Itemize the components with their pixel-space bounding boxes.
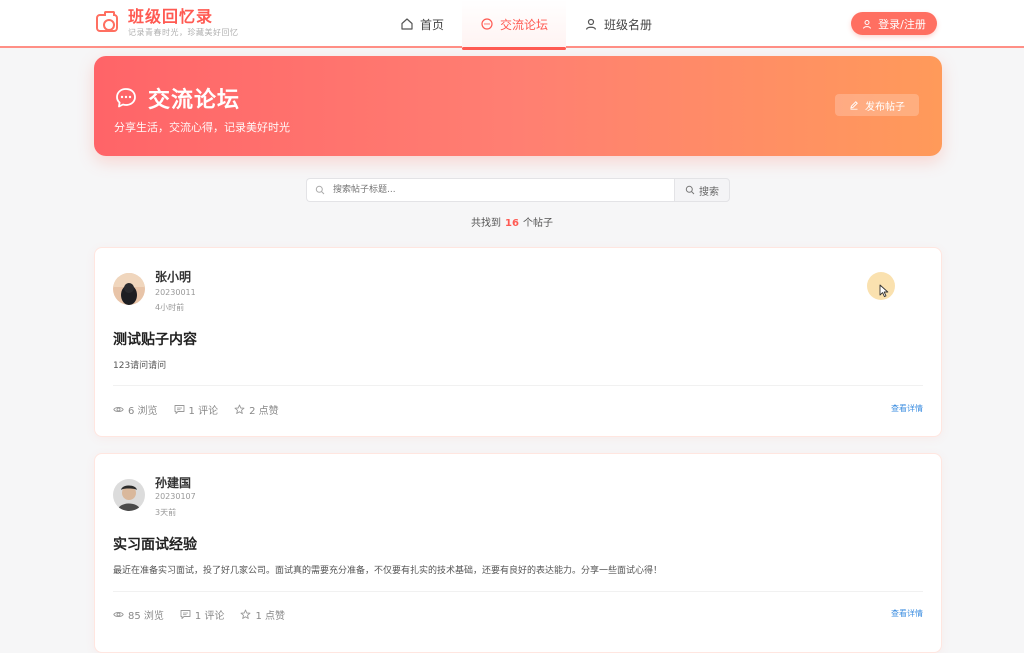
post-title[interactable]: 实习面试经验: [113, 534, 197, 554]
nav-item-label: 班级名册: [604, 17, 653, 32]
brand-title: 班级回忆录: [128, 7, 214, 26]
likes-stat[interactable]: 2 点赞: [234, 402, 279, 417]
login-register-button[interactable]: 登录/注册: [851, 12, 937, 35]
post-time: 4小时前: [155, 303, 185, 312]
nav-item-label: 交流论坛: [500, 17, 549, 32]
post-title[interactable]: 测试贴子内容: [113, 329, 197, 349]
comments-stat[interactable]: 1 评论: [174, 402, 219, 417]
hero-title-row: 交流论坛: [114, 82, 240, 114]
eye-icon: [113, 404, 124, 415]
nav-item-label: 首页: [420, 17, 445, 32]
avatar[interactable]: [113, 273, 145, 305]
nav-item-forum[interactable]: 交流论坛: [462, 0, 567, 50]
chat-icon: [480, 17, 494, 31]
mouse-pointer-icon: [879, 284, 889, 298]
create-post-button[interactable]: 发布帖子: [835, 94, 919, 116]
post-time: 3天前: [155, 508, 177, 517]
views-count: 6 浏览: [128, 406, 158, 417]
result-suffix: 个帖子: [522, 218, 553, 229]
comment-icon: [174, 404, 185, 415]
views-stat: 85 浏览: [113, 607, 164, 622]
post-body: 123请问请问: [113, 361, 167, 371]
star-icon: [240, 609, 251, 620]
nav-item-home[interactable]: 首页: [382, 0, 462, 48]
top-navbar: 班级回忆录 记录青春时光，珍藏美好回忆 首页 交流论坛 班级名册 登录/注册: [0, 0, 1024, 50]
star-icon: [234, 404, 245, 415]
comment-icon: [180, 609, 191, 620]
view-detail-link[interactable]: 查看详情: [891, 608, 923, 619]
edit-icon: [849, 100, 859, 110]
avatar[interactable]: [113, 479, 145, 511]
post-student-id: 20230011: [155, 288, 196, 297]
cursor-highlight: [867, 272, 895, 300]
view-detail-link[interactable]: 查看详情: [891, 403, 923, 414]
views-stat: 6 浏览: [113, 402, 158, 417]
card-divider: [113, 591, 923, 592]
post-body: 最近在准备实习面试，投了好几家公司。面试真的需要充分准备，不仅要有扎实的技术基础…: [113, 566, 663, 576]
search-input[interactable]: [331, 184, 631, 196]
views-count: 85 浏览: [128, 611, 164, 622]
search-icon: [685, 185, 695, 195]
home-icon: [400, 17, 414, 31]
search-button-label: 搜索: [699, 186, 719, 198]
camera-icon: [96, 11, 118, 32]
post-student-id: 20230107: [155, 492, 196, 501]
forum-hero-banner: 交流论坛 分享生活，交流心得，记录美好时光 发布帖子: [94, 56, 942, 156]
likes-stat[interactable]: 1 点赞: [240, 607, 285, 622]
user-icon: [584, 17, 598, 31]
main-nav: 首页 交流论坛 班级名册: [382, 0, 670, 50]
post-card[interactable]: 孙建国 20230107 3天前 实习面试经验 最近在准备实习面试，投了好几家公…: [94, 453, 942, 653]
brand-logo[interactable]: 班级回忆录 记录青春时光，珍藏美好回忆: [96, 8, 239, 38]
search-bar: 搜索: [306, 178, 730, 202]
comments-count: 1 评论: [194, 611, 225, 622]
likes-count: 1 点赞: [255, 611, 285, 622]
brand-subtitle: 记录青春时光，珍藏美好回忆: [128, 28, 239, 37]
search-button[interactable]: 搜索: [674, 178, 730, 202]
result-prefix: 共找到: [471, 218, 502, 229]
card-divider: [113, 385, 923, 386]
brand-text: 班级回忆录 记录青春时光，珍藏美好回忆: [128, 8, 239, 38]
search-input-box: [306, 178, 674, 202]
eye-icon: [113, 609, 124, 620]
post-author[interactable]: 孙建国: [155, 474, 191, 491]
post-stats: 6 浏览 1 评论 2 点赞: [113, 402, 279, 417]
login-register-label: 登录/注册: [878, 17, 926, 31]
chat-icon: [114, 86, 138, 110]
nav-item-roster[interactable]: 班级名册: [566, 0, 670, 48]
create-post-label: 发布帖子: [865, 101, 905, 113]
hero-subtitle: 分享生活，交流心得，记录美好时光: [114, 121, 290, 134]
comments-count: 1 评论: [188, 406, 219, 417]
post-stats: 85 浏览 1 评论 1 点赞: [113, 607, 285, 622]
search-icon: [315, 185, 325, 195]
hero-title: 交流论坛: [148, 88, 241, 113]
likes-count: 2 点赞: [249, 406, 279, 417]
user-icon: [862, 19, 872, 29]
result-number: 16: [505, 218, 519, 229]
comments-stat[interactable]: 1 评论: [180, 607, 225, 622]
post-author[interactable]: 张小明: [155, 268, 191, 285]
post-card[interactable]: 张小明 20230011 4小时前 测试贴子内容 123请问请问 6 浏览 1 …: [94, 247, 942, 437]
result-count: 共找到 16 个帖子: [0, 214, 1024, 229]
